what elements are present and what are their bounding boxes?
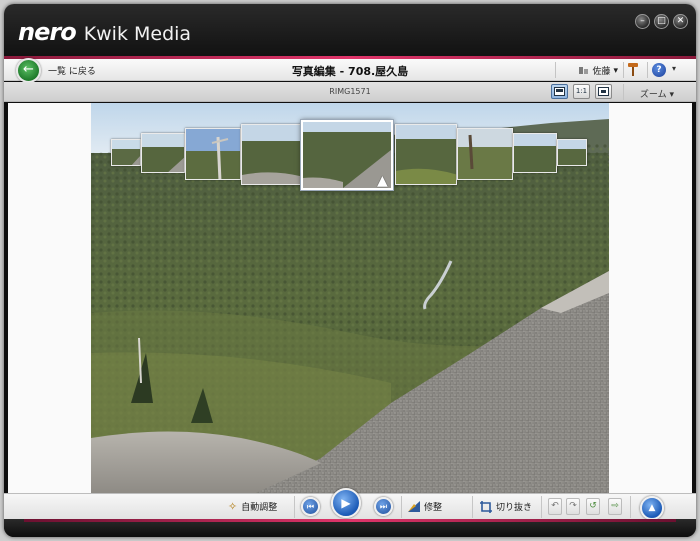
filmstrip-thumbnail[interactable] xyxy=(141,133,185,173)
back-button[interactable]: ← xyxy=(16,58,41,83)
retouch-icon xyxy=(408,501,420,512)
image-filename: RIMG1571 xyxy=(329,87,371,96)
crop-button[interactable]: 切り抜き xyxy=(480,500,532,513)
next-button[interactable]: ⏭ xyxy=(374,497,393,516)
toolbar-divider xyxy=(630,496,631,518)
filmstrip-thumbnail[interactable] xyxy=(241,124,303,185)
rotate-right-icon: ↷ xyxy=(569,501,577,511)
previous-button[interactable]: ⏮ xyxy=(301,497,320,516)
app-name: Kwik Media xyxy=(83,23,192,45)
fit-to-window-icon xyxy=(598,87,609,96)
crop-icon xyxy=(480,500,492,513)
rotate-right-button[interactable]: ↷ xyxy=(566,498,580,515)
toolbar-divider xyxy=(647,62,648,78)
chevron-down-icon: ▾ xyxy=(613,65,618,76)
thumbnail-image xyxy=(142,134,184,172)
main-toolbar: ← 一覧 に戻る 写真編集 - 708.屋久島 佐藤 ▾ ? ▾ xyxy=(4,58,696,83)
help-button[interactable]: ? xyxy=(652,63,666,77)
undo-icon: ↺ xyxy=(589,501,597,511)
filmstrip-thumbnail[interactable] xyxy=(457,128,513,180)
thumbnail-image xyxy=(396,125,456,184)
toolbar-divider xyxy=(401,496,402,518)
thumbnail-image xyxy=(186,129,240,179)
user-menu[interactable]: 佐藤 ▾ xyxy=(579,64,618,77)
filmstrip-thumbnail[interactable] xyxy=(513,133,557,173)
actual-size-icon: 1:1 xyxy=(575,87,588,95)
chevron-down-icon[interactable]: ▾ xyxy=(672,64,676,73)
chevron-up-icon: ▲ xyxy=(648,503,656,513)
hammer-icon[interactable] xyxy=(627,62,639,76)
toolbar-divider xyxy=(555,62,556,78)
undo-button[interactable]: ↺ xyxy=(586,498,600,515)
app-window: nero Kwik Media – □ ✕ ← 一覧 に戻る 写真編集 - 70… xyxy=(4,4,696,537)
thumbnail-image xyxy=(558,140,586,165)
chevron-left-icon[interactable]: ‹ xyxy=(91,145,92,169)
toolbar-divider xyxy=(623,62,624,78)
close-button[interactable]: ✕ xyxy=(673,14,688,29)
app-logo: nero Kwik Media xyxy=(18,18,191,46)
view-bar: RIMG1571 1:1 ズーム ▾ xyxy=(4,82,696,102)
single-view-icon xyxy=(554,87,565,96)
export-button[interactable]: ⇨ xyxy=(608,498,622,515)
thumbnail-image xyxy=(458,129,512,179)
toolbar-divider xyxy=(541,496,542,518)
export-icon: ⇨ xyxy=(611,501,619,511)
thumbnail-image xyxy=(112,140,140,165)
skip-back-icon: ⏮ xyxy=(306,502,315,511)
footer-accent-line xyxy=(24,519,676,522)
single-view-button[interactable] xyxy=(551,84,568,99)
filmstrip-thumbnail[interactable] xyxy=(557,139,587,166)
rotate-left-button[interactable]: ↶ xyxy=(548,498,562,515)
toolbar-divider xyxy=(472,496,473,518)
photo-stage: ‹ › xyxy=(8,103,692,493)
thumbnail-image xyxy=(514,134,556,172)
nero-logo: nero xyxy=(18,18,77,46)
fix-label: 修整 xyxy=(424,503,443,513)
window-controls: – □ ✕ xyxy=(635,14,688,29)
user-icon xyxy=(579,67,589,74)
title-bar: nero Kwik Media – □ ✕ xyxy=(4,4,696,56)
auto-adjust-button[interactable]: ✧ 自動調整 xyxy=(228,500,277,513)
toolbar-divider xyxy=(623,84,624,100)
magic-wand-icon: ✧ xyxy=(228,500,238,513)
main-photo[interactable]: ‹ › xyxy=(91,103,609,493)
user-name: 佐藤 xyxy=(592,67,611,77)
arrow-left-icon: ← xyxy=(23,62,34,77)
play-icon: ▶ xyxy=(341,496,351,510)
minimize-button[interactable]: – xyxy=(635,14,650,29)
mouse-cursor-icon: ▲ xyxy=(377,173,388,189)
filmstrip-thumbnail[interactable] xyxy=(185,128,241,180)
crop-label: 切り抜き xyxy=(496,503,533,513)
chevron-right-icon[interactable]: › xyxy=(607,145,609,169)
rotate-left-icon: ↶ xyxy=(551,501,559,511)
actual-size-button[interactable]: 1:1 xyxy=(573,84,590,99)
toggle-panel-button[interactable]: ▲ xyxy=(640,496,664,520)
play-slideshow-button[interactable]: ▶ xyxy=(331,488,361,518)
toolbar-divider xyxy=(294,496,295,518)
fix-button[interactable]: 修整 xyxy=(408,500,442,513)
back-to-list-link[interactable]: 一覧 に戻る xyxy=(48,64,96,77)
bottom-toolbar: ✧ 自動調整 ⏮ ▶ ⏭ 修整 切り抜き ↶ ↷ ↺ ⇨ ▲ xyxy=(4,488,696,520)
maximize-button[interactable]: □ xyxy=(654,14,669,29)
zoom-dropdown[interactable]: ズーム ▾ xyxy=(640,87,674,100)
filmstrip-thumbnail[interactable] xyxy=(111,139,141,166)
thumbnail-image xyxy=(242,125,302,184)
filmstrip-thumbnail[interactable] xyxy=(395,124,457,185)
skip-forward-icon: ⏭ xyxy=(379,502,388,511)
fit-to-window-button[interactable] xyxy=(595,84,612,99)
auto-adjust-label: 自動調整 xyxy=(241,503,278,513)
